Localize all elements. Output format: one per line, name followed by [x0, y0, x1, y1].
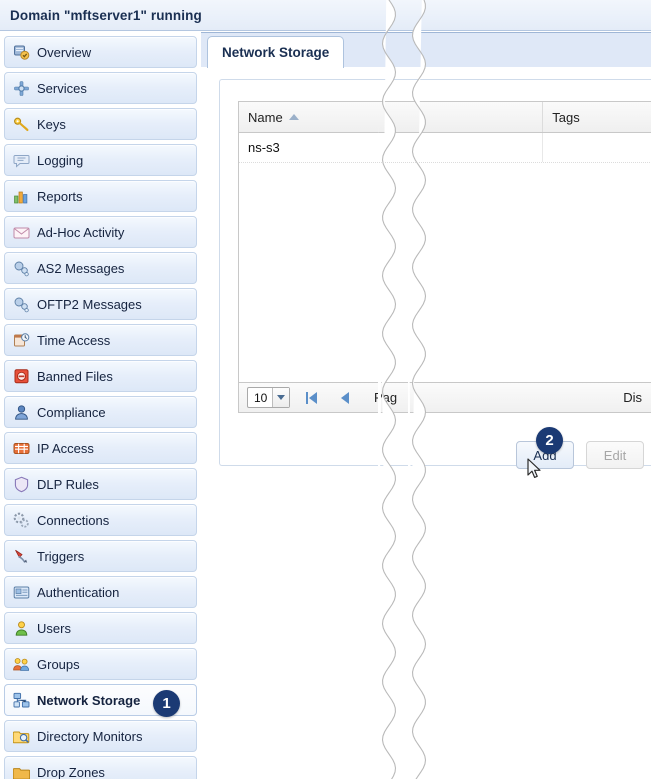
column-header-tags[interactable]: Tags: [543, 102, 651, 132]
adhoc-activity-icon: [13, 224, 30, 241]
triggers-icon: [13, 548, 30, 565]
sidebar-item-label: Keys: [37, 116, 66, 132]
sidebar-item-drop-zones[interactable]: Drop Zones: [4, 756, 197, 779]
reports-icon: [13, 188, 30, 205]
sidebar-item-triggers[interactable]: Triggers: [4, 540, 197, 572]
logging-icon: [13, 152, 30, 169]
callout-badge-1: 1: [153, 690, 180, 717]
sidebar-item-label: Time Access: [37, 332, 111, 348]
sidebar-item-label: Compliance: [37, 404, 106, 420]
sidebar-item-label: Logging: [37, 152, 84, 168]
pager-page-label: Pag: [374, 390, 398, 405]
page-size-value: 10: [254, 390, 268, 405]
sidebar-item-users[interactable]: Users: [4, 612, 197, 644]
sidebar-item-label: Triggers: [37, 548, 85, 564]
edit-button: Edit: [586, 441, 644, 469]
sidebar-item-label: DLP Rules: [37, 476, 99, 492]
compliance-icon: [13, 404, 30, 421]
keys-icon: [13, 116, 30, 133]
callout-badge-2: 2: [536, 427, 563, 454]
time-access-icon: [13, 332, 30, 349]
sidebar-item-ad-hoc-activity[interactable]: Ad-Hoc Activity: [4, 216, 197, 248]
sidebar-item-services[interactable]: Services: [4, 72, 197, 104]
sidebar-item-keys[interactable]: Keys: [4, 108, 197, 140]
sidebar-item-compliance[interactable]: Compliance: [4, 396, 197, 428]
drop-zones-icon: [13, 764, 30, 779]
network-storage-panel: Name Tags ns-s3 10 Pag Dis: [219, 79, 651, 466]
sidebar-item-dlp-rules[interactable]: DLP Rules: [4, 468, 197, 500]
pager-display-label: Dis: [623, 390, 642, 405]
sidebar-item-label: Connections: [37, 512, 110, 528]
authentication-icon: [13, 584, 30, 601]
sidebar-item-logging[interactable]: Logging: [4, 144, 197, 176]
sidebar-item-groups[interactable]: Groups: [4, 648, 197, 680]
network-storage-icon: [13, 692, 30, 709]
sidebar-item-label: Authentication: [37, 584, 120, 600]
sidebar-item-label: Users: [37, 620, 71, 636]
first-page-icon[interactable]: [298, 386, 324, 410]
oftp2-messages-icon: [13, 296, 30, 313]
domain-status-text: Domain "mftserver1" running: [10, 7, 202, 23]
directory-monitors-icon: [13, 728, 30, 745]
column-header-name-label: Name: [248, 109, 283, 125]
groups-icon: [13, 656, 30, 673]
column-header-tags-label: Tags: [552, 109, 580, 125]
sidebar-item-label: Reports: [37, 188, 83, 204]
previous-page-icon[interactable]: [332, 386, 358, 410]
grid-header-row: Name Tags: [239, 102, 651, 133]
sidebar-item-label: OFTP2 Messages: [37, 296, 142, 312]
sidebar-item-time-access[interactable]: Time Access: [4, 324, 197, 356]
sidebar-item-label: Groups: [37, 656, 80, 672]
cell-name: ns-s3: [239, 133, 544, 162]
sidebar-item-connections[interactable]: Connections: [4, 504, 197, 536]
sidebar-item-oftp2-messages[interactable]: OFTP2 Messages: [4, 288, 197, 320]
panel-action-buttons: Add Edit: [516, 441, 644, 469]
sidebar-item-authentication[interactable]: Authentication: [4, 576, 197, 608]
domain-status-banner: Domain "mftserver1" running: [0, 0, 651, 31]
sidebar-item-reports[interactable]: Reports: [4, 180, 197, 212]
tab-strip: Network Storage: [207, 33, 651, 68]
grid-empty-area: [239, 163, 651, 382]
tab-network-storage[interactable]: Network Storage: [207, 36, 345, 68]
banned-files-icon: [13, 368, 30, 385]
app-window: Domain "mftserver1" running Overview Serv…: [0, 0, 651, 779]
sidebar-item-label: Overview: [37, 44, 92, 60]
sidebar-item-label: Banned Files: [37, 368, 113, 384]
network-storage-grid: Name Tags ns-s3: [238, 101, 651, 383]
page-size-select[interactable]: 10: [247, 387, 290, 408]
services-icon: [13, 80, 30, 97]
sidebar-item-label: IP Access: [37, 440, 94, 456]
sidebar-item-overview[interactable]: Overview: [4, 36, 197, 68]
overview-icon: [13, 44, 30, 61]
sidebar-item-ip-access[interactable]: IP Access: [4, 432, 197, 464]
chevron-down-icon[interactable]: [272, 388, 289, 407]
grid-pager-toolbar: 10 Pag Dis: [238, 383, 651, 413]
dlp-rules-icon: [13, 476, 30, 493]
table-row[interactable]: ns-s3: [239, 133, 651, 163]
main-sidebar: Overview Services Keys Logging Reports Ad-Hoc…: [0, 32, 201, 779]
sidebar-item-label: Ad-Hoc Activity: [37, 224, 125, 240]
sidebar-item-label: Services: [37, 80, 87, 96]
sidebar-item-label: AS2 Messages: [37, 260, 125, 276]
sidebar-item-as2-messages[interactable]: AS2 Messages: [4, 252, 197, 284]
ip-access-icon: [13, 440, 30, 457]
sidebar-item-label: Directory Monitors: [37, 728, 143, 744]
connections-icon: [13, 512, 30, 529]
as2-messages-icon: [13, 260, 30, 277]
sidebar-item-label: Drop Zones: [37, 764, 105, 779]
sidebar-item-directory-monitors[interactable]: Directory Monitors: [4, 720, 197, 752]
cell-tags: [543, 133, 651, 162]
sidebar-item-label: Network Storage: [37, 692, 141, 708]
column-header-name[interactable]: Name: [239, 102, 544, 132]
users-icon: [13, 620, 30, 637]
sort-ascending-icon: [288, 114, 299, 120]
sidebar-item-banned-files[interactable]: Banned Files: [4, 360, 197, 392]
